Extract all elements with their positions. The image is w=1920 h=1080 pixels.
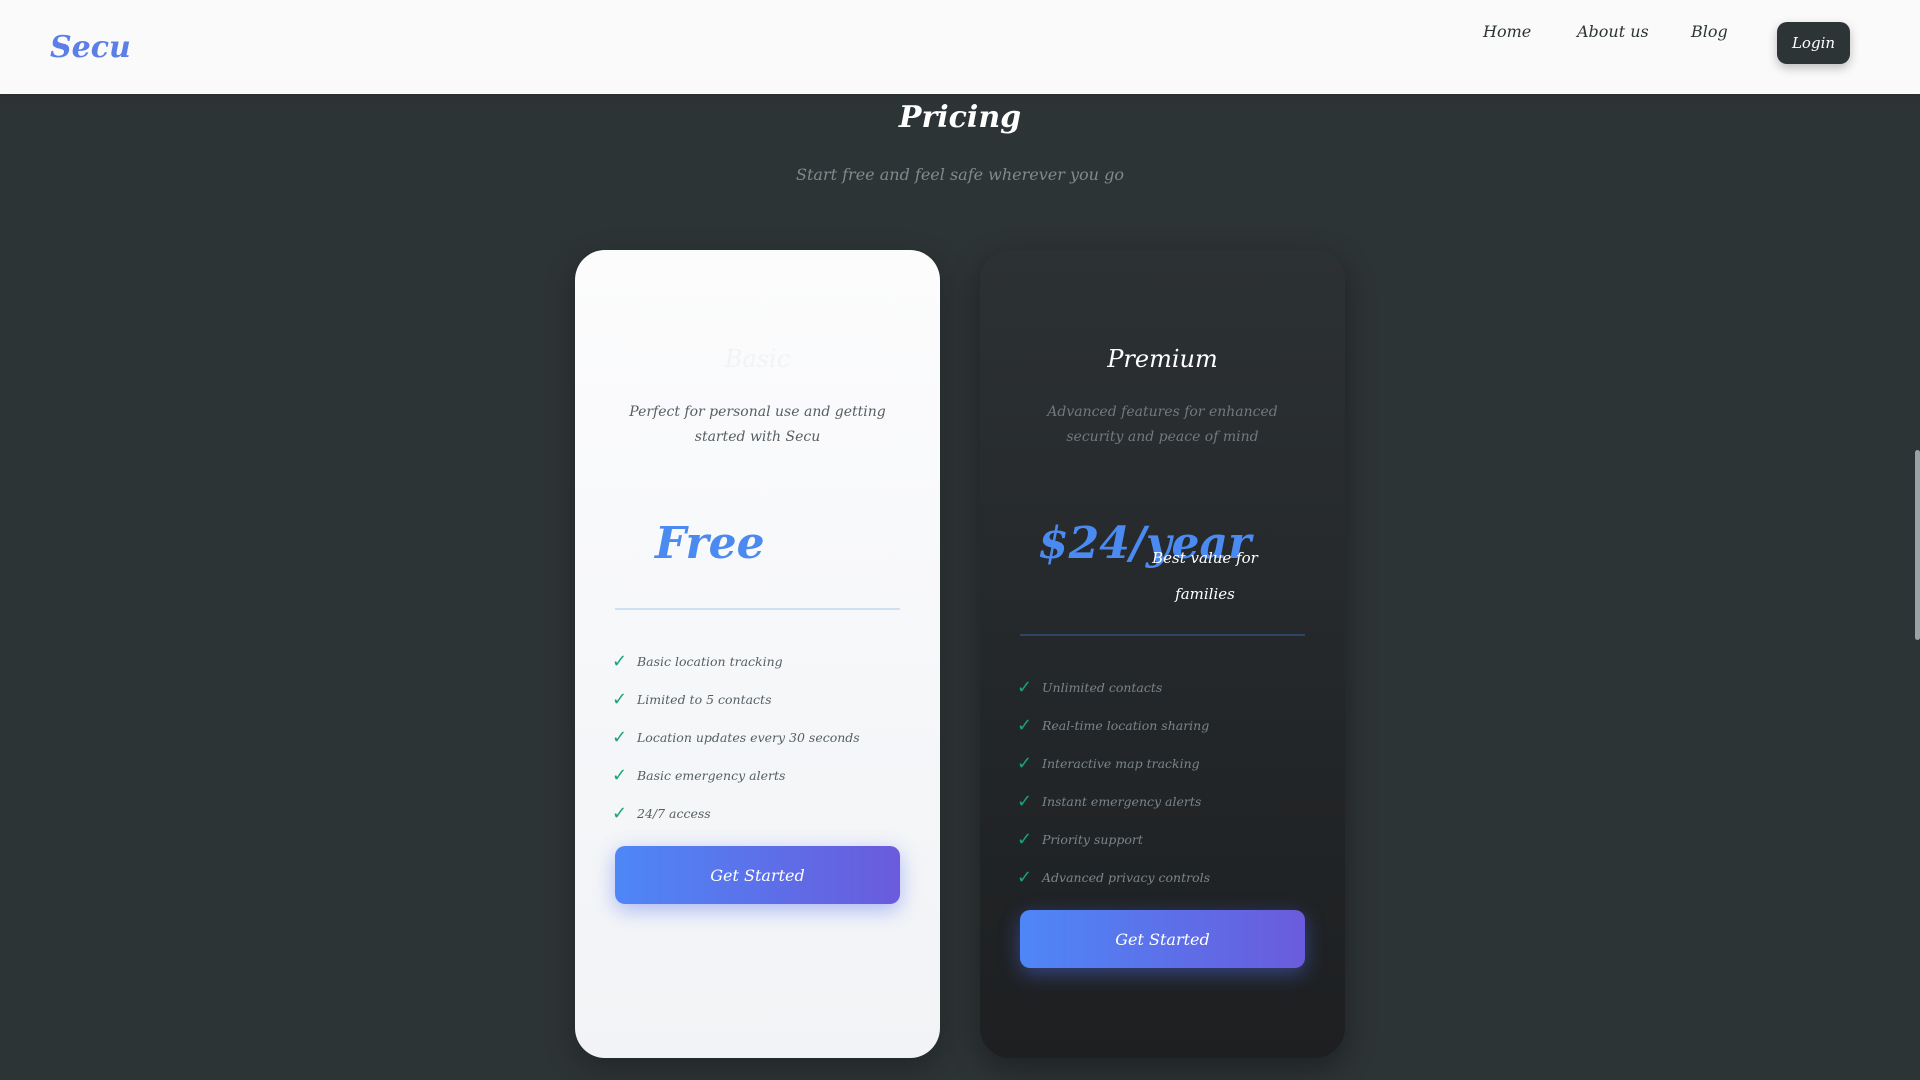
check-icon: ✓ bbox=[612, 650, 628, 672]
feature-item: ✓ Unlimited contacts bbox=[1017, 668, 1317, 706]
plan-name: Basic bbox=[724, 345, 791, 373]
check-icon: ✓ bbox=[1017, 790, 1033, 812]
check-icon: ✓ bbox=[612, 802, 628, 824]
check-icon: ✓ bbox=[1017, 752, 1033, 774]
nav-link-home[interactable]: Home bbox=[1483, 22, 1531, 41]
feature-text: Unlimited contacts bbox=[1042, 679, 1163, 695]
divider bbox=[615, 608, 900, 610]
feature-item: ✓ Interactive map tracking bbox=[1017, 744, 1317, 782]
feature-list: ✓ Basic location tracking ✓ Limited to 5 c… bbox=[612, 642, 912, 832]
price-note-line: Best value for bbox=[1152, 549, 1258, 567]
check-icon: ✓ bbox=[612, 764, 628, 786]
feature-item: ✓ Basic emergency alerts bbox=[612, 756, 912, 794]
feature-text: Instant emergency alerts bbox=[1042, 793, 1202, 809]
plan-card-premium: Premium Advanced features for enhanced s… bbox=[980, 250, 1345, 1058]
plan-description: Advanced features for enhanced security … bbox=[1047, 404, 1278, 445]
check-icon: ✓ bbox=[612, 726, 628, 748]
feature-text: Limited to 5 contacts bbox=[637, 691, 772, 707]
feature-item: ✓ 24/7 access bbox=[612, 794, 912, 832]
check-icon: ✓ bbox=[612, 688, 628, 710]
plan-description: Perfect for personal use and getting sta… bbox=[629, 404, 886, 445]
feature-text: Interactive map tracking bbox=[1042, 755, 1200, 771]
login-button[interactable]: Login bbox=[1777, 22, 1850, 64]
plan-price: Free bbox=[655, 518, 765, 569]
section-title: Pricing bbox=[898, 100, 1022, 135]
plan-card-basic: Basic Perfect for personal use and getti… bbox=[575, 250, 940, 1058]
feature-text: Location updates every 30 seconds bbox=[637, 729, 860, 745]
price-note-line: families bbox=[1175, 585, 1235, 603]
feature-text: Basic location tracking bbox=[637, 653, 783, 669]
feature-item: ✓ Limited to 5 contacts bbox=[612, 680, 912, 718]
nav-link-about-us[interactable]: About us bbox=[1577, 22, 1649, 41]
logo[interactable]: Secu bbox=[50, 30, 131, 65]
feature-item: ✓ Basic location tracking bbox=[612, 642, 912, 680]
divider bbox=[1020, 634, 1305, 636]
check-icon: ✓ bbox=[1017, 866, 1033, 888]
feature-text: 24/7 access bbox=[637, 805, 711, 821]
feature-item: ✓ Real-time location sharing bbox=[1017, 706, 1317, 744]
plan-name: Premium bbox=[1107, 345, 1218, 373]
feature-item: ✓ Advanced privacy controls bbox=[1017, 858, 1317, 896]
page: Secu Home About us Blog Login Pricing St… bbox=[0, 0, 1920, 1080]
feature-text: Advanced privacy controls bbox=[1042, 869, 1211, 885]
feature-item: ✓ Location updates every 30 seconds bbox=[612, 718, 912, 756]
feature-item: ✓ Priority support bbox=[1017, 820, 1317, 858]
feature-item: ✓ Instant emergency alerts bbox=[1017, 782, 1317, 820]
section-subtitle: Start free and feel safe wherever you go bbox=[796, 165, 1124, 184]
feature-text: Priority support bbox=[1042, 831, 1143, 847]
price-note: Best value for families bbox=[980, 540, 1345, 612]
get-started-button-premium[interactable]: Get Started bbox=[1020, 910, 1305, 968]
check-icon: ✓ bbox=[1017, 714, 1033, 736]
feature-list: ✓ Unlimited contacts ✓ Real-time location … bbox=[1017, 668, 1317, 896]
navbar: Secu Home About us Blog Login bbox=[0, 0, 1920, 94]
check-icon: ✓ bbox=[1017, 676, 1033, 698]
check-icon: ✓ bbox=[1017, 828, 1033, 850]
nav-link-blog[interactable]: Blog bbox=[1691, 22, 1728, 41]
feature-text: Basic emergency alerts bbox=[637, 767, 786, 783]
get-started-button-basic[interactable]: Get Started bbox=[615, 846, 900, 904]
feature-text: Real-time location sharing bbox=[1042, 717, 1210, 733]
scrollbar[interactable] bbox=[1915, 450, 1920, 640]
